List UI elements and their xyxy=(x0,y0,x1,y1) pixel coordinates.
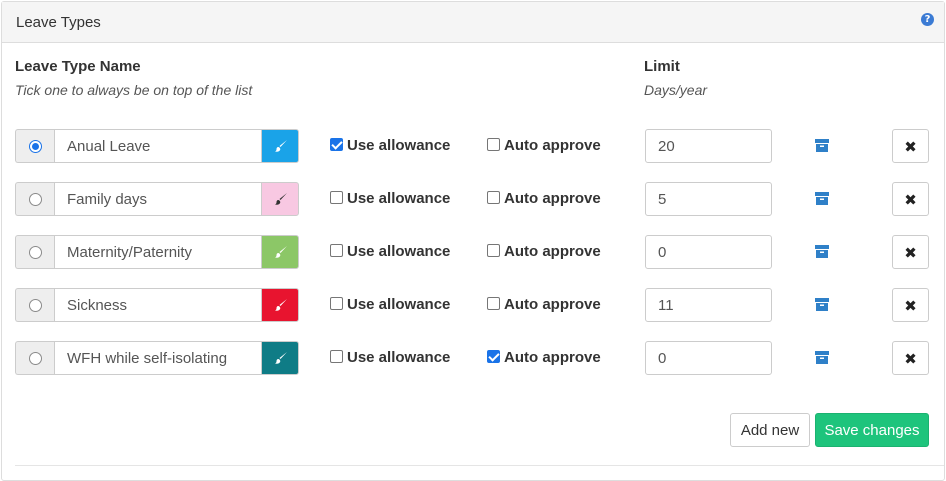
leave-type-row: Use allowance Auto approve ✖ xyxy=(0,288,946,322)
use-allowance-label: Use allowance xyxy=(347,349,451,366)
color-picker-button[interactable] xyxy=(261,235,299,269)
panel-heading: Leave Types ? xyxy=(2,2,944,43)
color-picker-button[interactable] xyxy=(261,129,299,163)
auto-approve-label: Auto approve xyxy=(504,349,601,366)
use-allowance-checkbox[interactable] xyxy=(330,138,343,151)
limit-input[interactable] xyxy=(645,235,772,269)
primary-radio-box xyxy=(15,129,54,163)
leave-type-row: Use allowance Auto approve ✖ xyxy=(0,235,946,269)
leave-type-row: Use allowance Auto approve ✖ xyxy=(0,182,946,216)
auto-approve-checkbox-label[interactable]: Auto approve xyxy=(487,182,601,216)
question-circle-icon[interactable]: ? xyxy=(921,13,934,26)
leave-type-row: Use allowance Auto approve ✖ xyxy=(0,341,946,375)
remove-button[interactable]: ✖ xyxy=(892,182,929,216)
remove-button[interactable]: ✖ xyxy=(892,235,929,269)
use-allowance-checkbox[interactable] xyxy=(330,191,343,204)
auto-approve-checkbox-label[interactable]: Auto approve xyxy=(487,235,601,269)
primary-radio[interactable] xyxy=(29,140,42,153)
use-allowance-label: Use allowance xyxy=(347,190,451,207)
paint-brush-icon xyxy=(275,140,287,152)
paint-brush-icon xyxy=(275,193,287,205)
times-icon: ✖ xyxy=(904,138,917,156)
remove-button[interactable]: ✖ xyxy=(892,129,929,163)
save-changes-button[interactable]: Save changes xyxy=(815,413,929,447)
use-allowance-checkbox-label[interactable]: Use allowance xyxy=(330,288,450,322)
primary-radio-box xyxy=(15,288,54,322)
primary-radio-box xyxy=(15,341,54,375)
leave-type-row: Use allowance Auto approve ✖ xyxy=(0,129,946,163)
leave-type-name-input[interactable] xyxy=(54,235,261,269)
archive-box-icon[interactable] xyxy=(815,298,829,311)
archive-box-icon[interactable] xyxy=(815,351,829,364)
limit-input[interactable] xyxy=(645,341,772,375)
times-icon: ✖ xyxy=(904,244,917,262)
paint-brush-icon xyxy=(275,352,287,364)
primary-radio-box xyxy=(15,235,54,269)
primary-radio[interactable] xyxy=(29,246,42,259)
limit-input[interactable] xyxy=(645,129,772,163)
leave-type-name-header: Leave Type Name xyxy=(15,58,141,75)
use-allowance-label: Use allowance xyxy=(347,296,451,313)
leave-type-name-hint: Tick one to always be on top of the list xyxy=(15,82,253,98)
archive-box-icon[interactable] xyxy=(815,139,829,152)
color-picker-button[interactable] xyxy=(261,288,299,322)
auto-approve-checkbox[interactable] xyxy=(487,350,500,363)
use-allowance-checkbox-label[interactable]: Use allowance xyxy=(330,341,450,375)
auto-approve-checkbox[interactable] xyxy=(487,297,500,310)
leave-type-name-input[interactable] xyxy=(54,288,261,322)
leave-type-name-input[interactable] xyxy=(54,129,261,163)
auto-approve-label: Auto approve xyxy=(504,137,601,154)
times-icon: ✖ xyxy=(904,191,917,209)
auto-approve-checkbox[interactable] xyxy=(487,138,500,151)
archive-box-icon[interactable] xyxy=(815,192,829,205)
leave-type-name-input[interactable] xyxy=(54,182,261,216)
auto-approve-label: Auto approve xyxy=(504,296,601,313)
color-picker-button[interactable] xyxy=(261,182,299,216)
leave-type-name-input[interactable] xyxy=(54,341,261,375)
primary-radio-box xyxy=(15,182,54,216)
auto-approve-checkbox[interactable] xyxy=(487,244,500,257)
archive-box-icon[interactable] xyxy=(815,245,829,258)
remove-button[interactable]: ✖ xyxy=(892,341,929,375)
primary-radio[interactable] xyxy=(29,299,42,312)
auto-approve-label: Auto approve xyxy=(504,243,601,260)
auto-approve-checkbox-label[interactable]: Auto approve xyxy=(487,288,601,322)
paint-brush-icon xyxy=(275,246,287,258)
color-picker-button[interactable] xyxy=(261,341,299,375)
panel-title: Leave Types xyxy=(16,14,101,31)
use-allowance-checkbox[interactable] xyxy=(330,350,343,363)
add-new-button[interactable]: Add new xyxy=(730,413,810,447)
auto-approve-checkbox-label[interactable]: Auto approve xyxy=(487,341,601,375)
divider xyxy=(15,465,944,466)
use-allowance-label: Use allowance xyxy=(347,243,451,260)
times-icon: ✖ xyxy=(904,350,917,368)
auto-approve-label: Auto approve xyxy=(504,190,601,207)
use-allowance-checkbox[interactable] xyxy=(330,297,343,310)
times-icon: ✖ xyxy=(904,297,917,315)
auto-approve-checkbox[interactable] xyxy=(487,191,500,204)
limit-input[interactable] xyxy=(645,182,772,216)
use-allowance-checkbox[interactable] xyxy=(330,244,343,257)
auto-approve-checkbox-label[interactable]: Auto approve xyxy=(487,129,601,163)
limit-hint: Days/year xyxy=(644,82,708,98)
limit-input[interactable] xyxy=(645,288,772,322)
paint-brush-icon xyxy=(275,299,287,311)
use-allowance-label: Use allowance xyxy=(347,137,451,154)
primary-radio[interactable] xyxy=(29,352,42,365)
remove-button[interactable]: ✖ xyxy=(892,288,929,322)
use-allowance-checkbox-label[interactable]: Use allowance xyxy=(330,129,450,163)
primary-radio[interactable] xyxy=(29,193,42,206)
use-allowance-checkbox-label[interactable]: Use allowance xyxy=(330,235,450,269)
use-allowance-checkbox-label[interactable]: Use allowance xyxy=(330,182,450,216)
limit-header: Limit xyxy=(644,58,680,75)
